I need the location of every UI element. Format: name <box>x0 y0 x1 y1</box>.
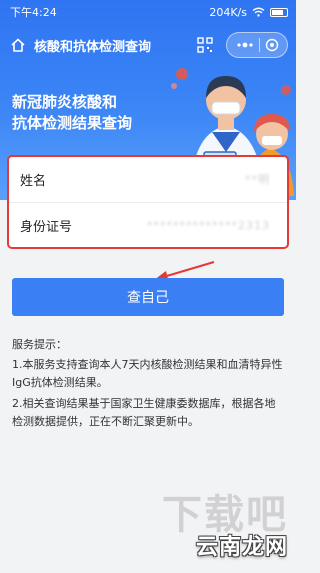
hero-title-line2: 抗体检测结果查询 <box>12 114 133 132</box>
more-icon[interactable] <box>236 42 254 48</box>
battery-icon <box>270 7 288 17</box>
scan-code-icon[interactable] <box>194 34 216 56</box>
close-icon[interactable] <box>265 38 279 52</box>
name-label: 姓名 <box>20 173 47 189</box>
status-right: 204K/s <box>209 6 288 19</box>
service-notice: 服务提示： 1.本服务支持查询本人7天内核酸检测结果和血清特异性IgG抗体检测结… <box>12 336 286 434</box>
hero-title-line1: 新冠肺炎核酸和 <box>12 93 118 111</box>
hero-title: 新冠肺炎核酸和 抗体检测结果查询 <box>12 92 132 134</box>
notice-title: 服务提示： <box>12 338 67 351</box>
watermark: 下载吧 云南龙网 <box>162 493 288 561</box>
identity-form: 姓名 **明 身份证号 **************2313 <box>7 155 289 249</box>
mini-program-capsule <box>226 32 288 58</box>
page-title: 核酸和抗体检测查询 <box>34 39 152 55</box>
id-label: 身份证号 <box>20 220 73 235</box>
notice-item-1: 1.本服务支持查询本人7天内核酸检测结果和血清特异性IgG抗体检测结果。 <box>12 358 283 389</box>
id-row[interactable]: 身份证号 **************2313 <box>8 202 288 248</box>
home-icon[interactable] <box>8 35 28 55</box>
status-time: 下午4:24 <box>10 6 57 19</box>
wifi-icon <box>252 7 265 17</box>
query-self-button[interactable]: 查自己 <box>12 278 284 316</box>
capsule-divider <box>258 38 260 52</box>
status-bar: 下午4:24 204K/s <box>0 0 296 24</box>
name-value[interactable]: **明 <box>245 171 270 187</box>
network-speed: 204K/s <box>209 5 247 19</box>
notice-item-2: 2.相关查询结果基于国家卫生健康委数据库，根据各地检测数据提供，正在不断汇聚更新… <box>12 397 276 428</box>
name-row[interactable]: 姓名 **明 <box>8 156 288 202</box>
id-value[interactable]: **************2313 <box>147 219 270 232</box>
